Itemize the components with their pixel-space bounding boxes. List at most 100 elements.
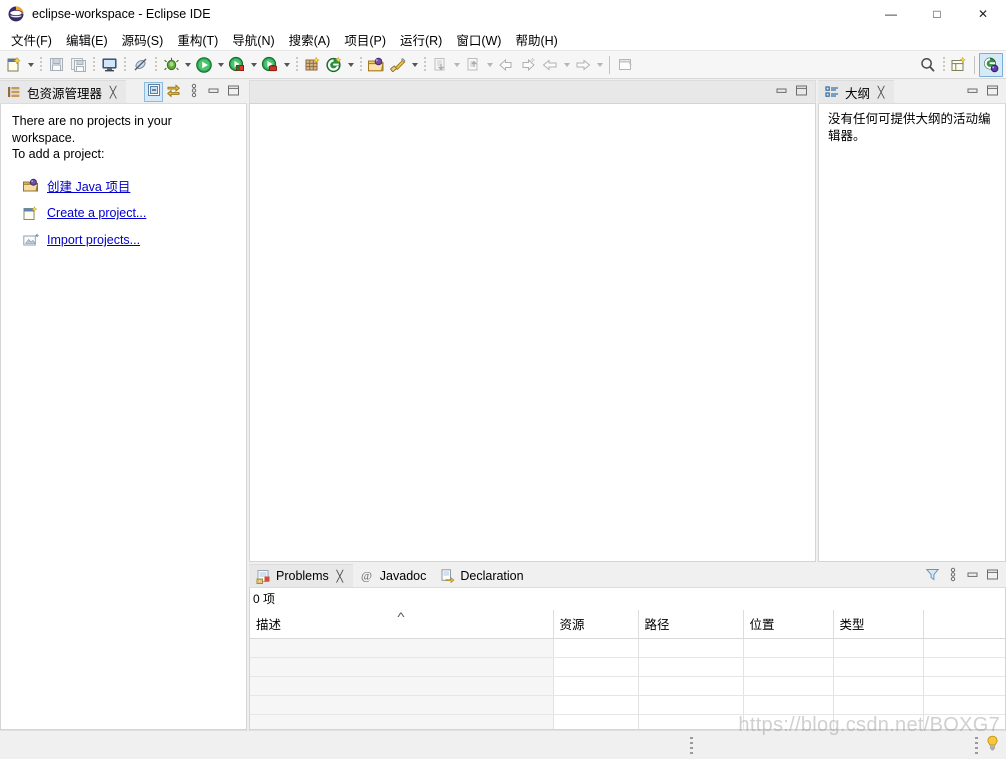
- menu-source[interactable]: 源码(S): [115, 28, 171, 51]
- menu-search[interactable]: 搜索(A): [282, 28, 338, 51]
- open-task-dropdown[interactable]: [409, 55, 420, 75]
- link-with-editor-button[interactable]: [164, 82, 183, 102]
- external-tools-dropdown[interactable]: [281, 55, 292, 75]
- table-row[interactable]: [250, 695, 1005, 715]
- view-menu-button[interactable]: [943, 566, 962, 586]
- coverage-dropdown[interactable]: [248, 55, 259, 75]
- editor-canvas[interactable]: [249, 103, 816, 562]
- close-icon[interactable]: ╳: [875, 85, 887, 99]
- menu-refactor[interactable]: 重构(T): [170, 28, 225, 51]
- new-java-project-button[interactable]: [301, 53, 323, 77]
- tab-declaration[interactable]: Declaration: [433, 564, 531, 587]
- sort-ascending-icon: ˄: [397, 610, 406, 620]
- search-button[interactable]: [917, 53, 939, 77]
- minimize-editor-button[interactable]: [772, 82, 791, 102]
- menu-window[interactable]: 窗口(W): [449, 28, 508, 51]
- menu-navigate[interactable]: 导航(N): [225, 28, 281, 51]
- coverage-button[interactable]: [226, 53, 248, 77]
- column-header-resource-label: 资源: [559, 618, 585, 632]
- forward-dropdown[interactable]: [594, 55, 605, 75]
- column-header-path[interactable]: 路径: [638, 610, 744, 639]
- minimize-icon: [207, 84, 220, 100]
- previous-annotation-dropdown[interactable]: [484, 55, 495, 75]
- new-wizard-dropdown[interactable]: [25, 55, 36, 75]
- maximize-editor-button[interactable]: [792, 82, 811, 102]
- window-maximize-button[interactable]: □: [914, 0, 960, 29]
- collapse-all-button[interactable]: [144, 81, 163, 102]
- table-row[interactable]: [250, 638, 1005, 658]
- lightbulb-icon[interactable]: [985, 735, 1000, 755]
- toolbar-separator: [89, 55, 98, 75]
- run-button[interactable]: [193, 53, 215, 77]
- run-dropdown[interactable]: [215, 55, 226, 75]
- java-perspective-button[interactable]: [979, 52, 1003, 77]
- debug-icon: [161, 55, 181, 75]
- next-annotation-dropdown[interactable]: [451, 55, 462, 75]
- open-perspective-button[interactable]: [948, 53, 970, 77]
- next-edit-location-button[interactable]: [517, 53, 539, 77]
- save-button[interactable]: [45, 53, 67, 77]
- debug-dropdown[interactable]: [182, 55, 193, 75]
- tab-outline[interactable]: 大纲 ╳: [818, 80, 895, 103]
- save-all-button[interactable]: [67, 53, 89, 77]
- next-annotation-button[interactable]: [429, 53, 451, 77]
- close-icon[interactable]: ╳: [107, 85, 119, 99]
- table-row[interactable]: [250, 657, 1005, 677]
- new-package-button[interactable]: [323, 53, 345, 77]
- window-minimize-button[interactable]: —: [868, 0, 914, 29]
- new-wizard-icon: [4, 55, 24, 75]
- status-bar-grip-right[interactable]: [975, 736, 978, 754]
- close-icon[interactable]: ╳: [334, 569, 346, 583]
- column-header-type[interactable]: 类型: [833, 610, 924, 639]
- maximize-outline-button[interactable]: [983, 82, 1002, 102]
- minimize-outline-button[interactable]: [963, 82, 982, 102]
- maximize-problems-button[interactable]: [983, 566, 1002, 586]
- last-edit-location-button[interactable]: [495, 53, 517, 77]
- menu-run[interactable]: 运行(R): [393, 28, 449, 51]
- print-button[interactable]: [98, 53, 120, 77]
- column-header-resource[interactable]: 资源: [553, 610, 639, 639]
- menu-help[interactable]: 帮助(H): [508, 28, 564, 51]
- next-annotation-icon: [430, 55, 450, 75]
- menu-file[interactable]: 文件(F): [4, 28, 59, 51]
- column-header-description[interactable]: ˄ 描述: [250, 610, 554, 639]
- minimize-problems-button[interactable]: [963, 566, 982, 586]
- coverage-icon: [227, 55, 247, 75]
- view-menu-button[interactable]: [184, 82, 203, 102]
- forward-button[interactable]: [572, 53, 594, 77]
- tab-declaration-label: Declaration: [460, 568, 524, 583]
- debug-button[interactable]: [160, 53, 182, 77]
- menu-project[interactable]: 项目(P): [337, 28, 393, 51]
- column-header-spacer: [923, 610, 1005, 639]
- tab-problems-label: Problems: [276, 569, 329, 583]
- tab-package-explorer[interactable]: 包资源管理器 ╳: [0, 80, 127, 103]
- open-task-button[interactable]: [387, 53, 409, 77]
- filter-button[interactable]: [923, 566, 942, 586]
- tab-problems[interactable]: Problems ╳: [249, 564, 353, 587]
- window-close-button[interactable]: ✕: [960, 0, 1006, 29]
- minimize-view-button[interactable]: [204, 82, 223, 102]
- pin-editor-button[interactable]: [614, 53, 636, 77]
- tab-javadoc[interactable]: @ Javadoc: [352, 564, 434, 587]
- minimize-icon: [966, 84, 979, 100]
- back-dropdown[interactable]: [561, 55, 572, 75]
- column-header-location[interactable]: 位置: [743, 610, 834, 639]
- external-tools-button[interactable]: [259, 53, 281, 77]
- new-package-dropdown[interactable]: [345, 55, 356, 75]
- open-type-button[interactable]: [365, 53, 387, 77]
- forward-edit-icon: [518, 55, 538, 75]
- previous-annotation-button[interactable]: [462, 53, 484, 77]
- create-java-project-link[interactable]: 创建 Java 项目: [12, 176, 238, 195]
- title-bar: eclipse-workspace - Eclipse IDE — □ ✕: [0, 0, 1006, 29]
- table-row[interactable]: [250, 676, 1005, 696]
- maximize-view-button[interactable]: [224, 82, 243, 102]
- table-row[interactable]: [250, 714, 1005, 729]
- open-task-icon: [388, 55, 408, 75]
- new-wizard-button[interactable]: [3, 53, 25, 77]
- back-button[interactable]: [539, 53, 561, 77]
- menu-edit[interactable]: 编辑(E): [59, 28, 115, 51]
- mark-occurrences-button[interactable]: [129, 53, 151, 77]
- create-project-link[interactable]: Create a project...: [12, 205, 238, 222]
- import-projects-link[interactable]: Import projects...: [12, 232, 238, 249]
- status-bar-grip[interactable]: [690, 737, 693, 754]
